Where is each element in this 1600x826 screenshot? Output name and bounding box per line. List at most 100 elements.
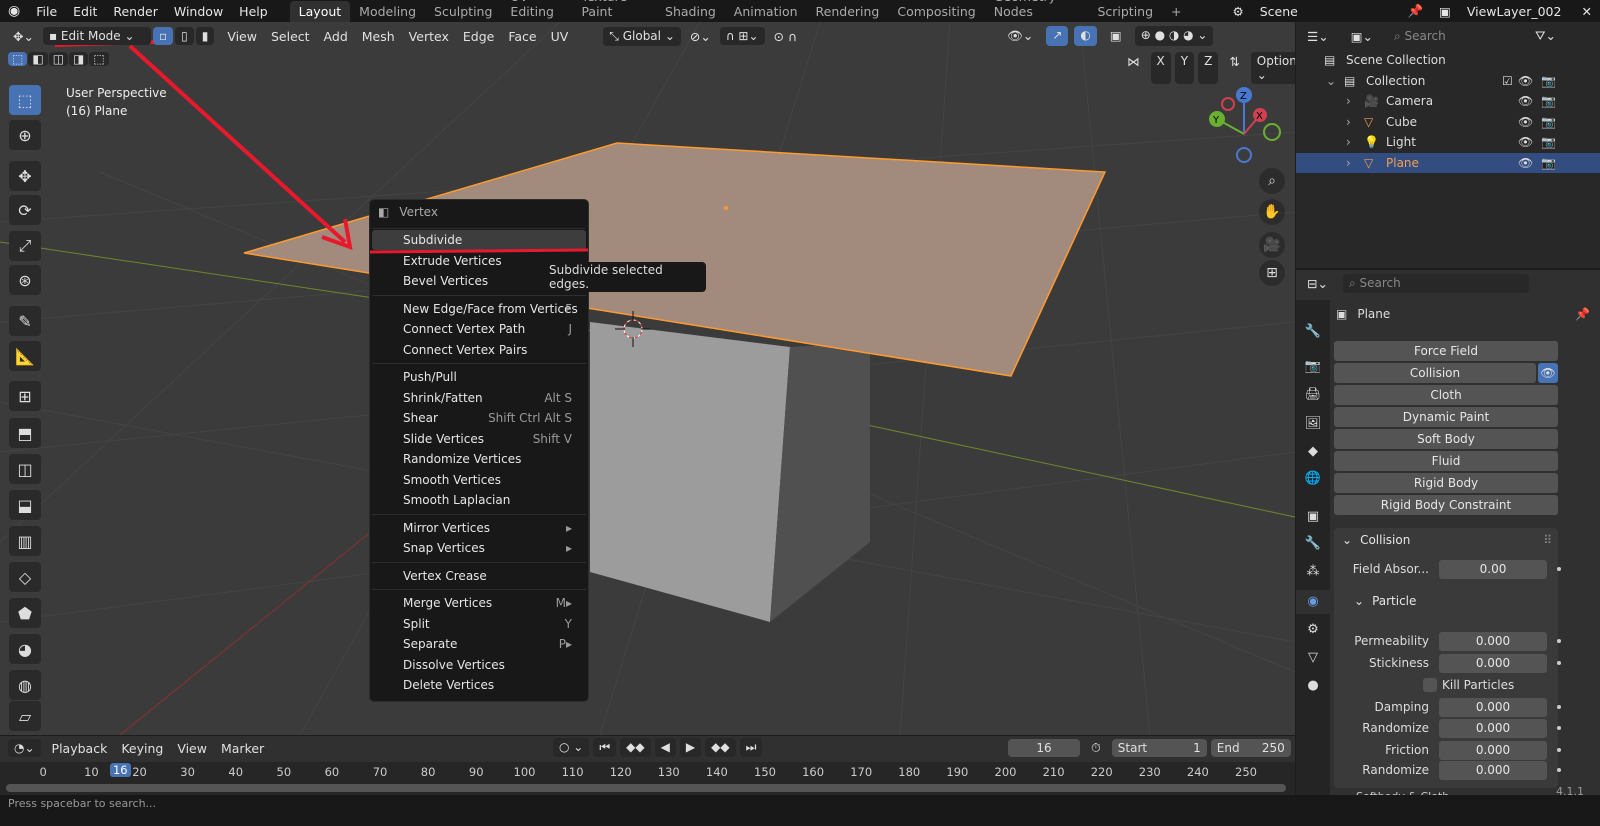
eye-icon[interactable]: 👁 (1518, 156, 1533, 170)
prev-keyframe-button[interactable]: ◆◆ (620, 738, 651, 757)
menu-item-mirror-vertices[interactable]: Mirror Vertices ▸ (372, 518, 586, 538)
tab-modeling[interactable]: Modeling (350, 1, 425, 22)
bevel-icon[interactable]: ⬓ (9, 490, 41, 520)
start-frame-input[interactable]: Start 1 (1111, 739, 1207, 757)
keyframe-dot[interactable] (1557, 748, 1561, 752)
mirror-y-toggle[interactable]: Y (1174, 52, 1195, 84)
menu-item-new-edge-face-from-vertices[interactable]: New Edge/Face from Vertices F (372, 299, 586, 319)
render-camera-icon[interactable]: 📷 (1541, 156, 1556, 170)
menu-vertex[interactable]: Vertex (402, 27, 456, 46)
checkbox-icon[interactable]: ☑ (1502, 74, 1513, 88)
select-new-icon[interactable]: ⬚ (8, 52, 28, 66)
menu-file[interactable]: File (28, 4, 65, 19)
pivot-icon[interactable]: ⊘⌄ (683, 27, 718, 46)
menu-add[interactable]: Add (317, 27, 355, 46)
output-icon[interactable]: 🖨 (1296, 383, 1330, 407)
menu-select[interactable]: Select (264, 27, 317, 46)
particles-icon[interactable]: ⁂ (1296, 560, 1330, 584)
pan-hand-icon[interactable]: ✋ (1259, 199, 1285, 225)
menu-help[interactable]: Help (231, 4, 276, 19)
menu-item-dissolve-vertices[interactable]: Dissolve Vertices (372, 655, 586, 675)
view-layer-icon[interactable]: ▣ (1431, 4, 1459, 19)
move-icon[interactable]: ✥ (9, 161, 41, 191)
physics-icon[interactable]: ◉ (1296, 590, 1330, 614)
field-input[interactable]: 0.000 (1439, 631, 1547, 651)
object-icon[interactable]: ▣ (1296, 505, 1330, 529)
field-input[interactable]: 0.000 (1439, 718, 1547, 738)
current-frame-input[interactable]: 16 (1008, 739, 1080, 757)
menu-item-push-pull[interactable]: Push/Pull (372, 367, 586, 387)
frame-ruler[interactable]: 0 10 20 30 40 50 60 70 80 90 100 110 120 130 140 150 160… (0, 762, 1295, 795)
select-invert-icon[interactable]: ◨ (69, 52, 89, 66)
tab-shading[interactable]: Shading (656, 1, 725, 22)
tab-geometry-nodes[interactable]: Geometry Nodes (985, 0, 1089, 22)
edge-select-button[interactable]: ▯ (175, 27, 194, 45)
collision-panel-header[interactable]: ⌄ Collision ⠿ (1342, 533, 1552, 547)
playhead[interactable]: 16 (109, 763, 131, 777)
select-box-icon[interactable]: ⬚ (9, 85, 41, 115)
menu-uv[interactable]: UV (544, 27, 576, 46)
view-layer-name[interactable]: ViewLayer_002 (1459, 4, 1574, 19)
overlay-toggle-icon[interactable]: ◐ (1074, 26, 1097, 46)
next-keyframe-button[interactable]: ◆◆ (705, 738, 736, 757)
drag-handle-icon[interactable]: ⠿ (1543, 533, 1552, 547)
menu-item-delete-vertices[interactable]: Delete Vertices (372, 675, 586, 695)
render-icon[interactable]: 📷 (1296, 355, 1330, 379)
world-icon[interactable]: 🌐 (1296, 467, 1330, 491)
menu-item-shrink-fatten[interactable]: Shrink/Fatten Alt S (372, 388, 586, 408)
snap-icon[interactable]: ∩ ⊞⌄ (719, 27, 765, 45)
end-frame-input[interactable]: End 250 (1210, 739, 1291, 757)
options-dropdown[interactable]: Options ⌄ (1250, 52, 1295, 84)
physics-fluid-button[interactable]: Fluid (1334, 451, 1558, 471)
smooth-icon[interactable]: ◍ (9, 670, 41, 700)
play-button[interactable]: ▶ (679, 738, 702, 757)
outliner-row-cube[interactable]: › ▽ Cube 👁 📷 (1296, 112, 1600, 132)
menu-item-vertex-crease[interactable]: Vertex Crease (372, 566, 586, 586)
gizmo-toggle-icon[interactable]: ↗ (1046, 26, 1069, 46)
chevron-right-icon[interactable]: › (1346, 115, 1351, 129)
tab-sculpting[interactable]: Sculpting (425, 1, 501, 22)
menu-playback[interactable]: Playback (45, 739, 115, 758)
tab-texture-paint[interactable]: Texture Paint (572, 0, 656, 22)
field-input[interactable]: 0.000 (1439, 740, 1547, 760)
keyframe-dot[interactable] (1557, 768, 1561, 772)
view-layer-filter-icon[interactable]: ▣⌄ (1344, 27, 1380, 46)
tab-rendering[interactable]: Rendering (807, 1, 889, 22)
menu-edge[interactable]: Edge (456, 27, 501, 46)
measure-icon[interactable]: 📐 (9, 341, 41, 371)
mirror-z-toggle[interactable]: Z (1198, 52, 1219, 84)
chevron-right-icon[interactable]: › (1346, 156, 1351, 170)
keyframe-dot[interactable] (1557, 726, 1561, 730)
outliner-row-plane[interactable]: › ▽ Plane 👁 📷 (1296, 153, 1600, 173)
menu-item-smooth-laplacian[interactable]: Smooth Laplacian (372, 490, 586, 510)
view-layer-icon[interactable]: 🖼 (1296, 412, 1330, 436)
auto-keying-toggle[interactable]: ○ ⌄ (553, 738, 590, 757)
eye-icon[interactable]: 👁 (1518, 135, 1533, 149)
menu-item-connect-vertex-path[interactable]: Connect Vertex Path J (372, 319, 586, 339)
tool-icon[interactable]: 🔧 (1296, 320, 1330, 344)
tools-icon[interactable]: ⇅ (1222, 52, 1246, 84)
material-icon[interactable]: ● (1296, 674, 1330, 698)
tab-compositing[interactable]: Compositing (888, 1, 984, 22)
navigation-gizmo[interactable]: Z Y X (1200, 82, 1290, 167)
render-camera-icon[interactable]: 📷 (1541, 135, 1556, 149)
jump-start-button[interactable]: ⏮ (593, 738, 617, 757)
menu-item-connect-vertex-pairs[interactable]: Connect Vertex Pairs (372, 340, 586, 360)
proportional-edit-icon[interactable]: ⊙ ∩ (767, 27, 805, 46)
outliner-row-camera[interactable]: › 🎥 Camera 👁 📷 (1296, 91, 1600, 111)
add-workspace-button[interactable]: + (1162, 1, 1190, 22)
physics-soft-body-button[interactable]: Soft Body (1334, 429, 1558, 449)
knife-icon[interactable]: ◇ (9, 562, 41, 592)
collision-eye-toggle[interactable]: 👁 (1538, 363, 1558, 383)
orientation-dropdown[interactable]: ⤡ Global ⌄ (603, 26, 681, 46)
data-icon[interactable]: ▽ (1296, 646, 1330, 670)
mode-dropdown[interactable]: ▪ Edit Mode ⌄ (42, 27, 151, 45)
stopwatch-icon[interactable]: ⏱ (1084, 738, 1108, 758)
editor-type-icon[interactable]: ✥⌄ (6, 27, 41, 46)
zoom-icon[interactable]: ⌕ (1259, 168, 1285, 194)
shear-icon[interactable]: ▱ (9, 701, 41, 731)
select-extend-icon[interactable]: ◧ (28, 52, 48, 66)
menu-item-split[interactable]: Split Y (372, 614, 586, 634)
select-intersect-icon[interactable]: ⬚ (89, 52, 109, 66)
menu-item-shear[interactable]: Shear Shift Ctrl Alt S (372, 408, 586, 428)
